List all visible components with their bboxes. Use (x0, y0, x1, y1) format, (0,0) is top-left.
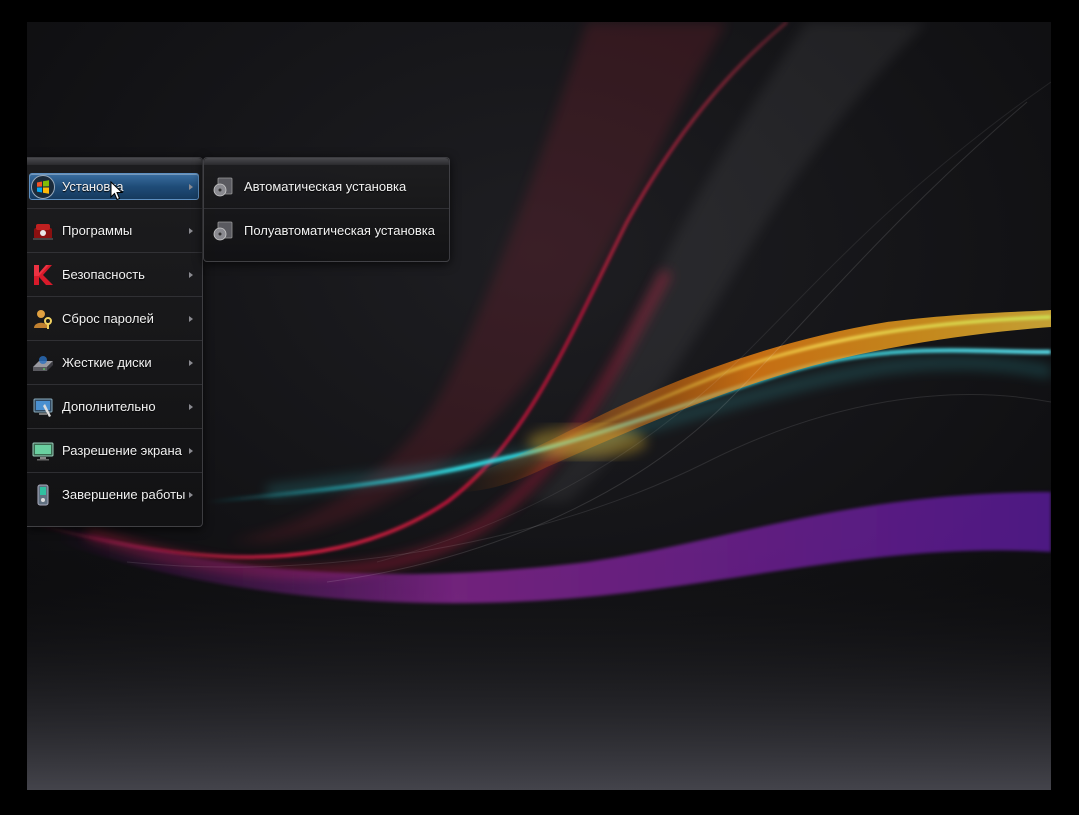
menu-item-label: Программы (62, 223, 133, 238)
chevron-right-icon (189, 447, 193, 454)
chevron-right-icon (189, 183, 193, 190)
chevron-right-icon (189, 491, 193, 498)
chevron-right-icon (189, 315, 193, 322)
chevron-right-icon (189, 403, 193, 410)
menu-item-label: Установка (62, 179, 124, 194)
main-menu: Установка Программы Безопасность Сброс п… (27, 157, 203, 527)
install-submenu: Автоматическая установка Полуавтоматичес… (203, 157, 450, 262)
menu-item-label: Сброс паролей (62, 311, 154, 326)
submenu-top-bar (204, 158, 449, 165)
kaspersky-icon (34, 264, 53, 285)
tools-icon (33, 398, 53, 417)
menu-item-label: Жесткие диски (62, 355, 152, 370)
hard-drive-icon (33, 355, 53, 371)
menu-item-programs[interactable]: Программы (27, 209, 202, 253)
windows-logo-icon (31, 174, 55, 199)
submenu-item-automatic-install[interactable]: Автоматическая установка (204, 165, 449, 209)
menu-item-label: Безопасность (62, 267, 145, 282)
menu-item-screen-resolution[interactable]: Разрешение экрана (27, 429, 202, 473)
menu-top-bar (27, 158, 202, 165)
submenu-item-label: Полуавтоматическая установка (244, 223, 435, 238)
chevron-right-icon (189, 271, 193, 278)
chevron-right-icon (189, 227, 193, 234)
menu-item-additional[interactable]: Дополнительно (27, 385, 202, 429)
menu-item-hard-drives[interactable]: Жесткие диски (27, 341, 202, 385)
submenu-item-semi-automatic-install[interactable]: Полуавтоматическая установка (204, 209, 449, 252)
menu-item-label: Дополнительно (62, 399, 156, 414)
monitor-icon (32, 442, 54, 460)
disc-install-icon (213, 221, 233, 240)
submenu-item-label: Автоматическая установка (244, 179, 407, 194)
screen-frame: Установка Программы Безопасность Сброс п… (0, 0, 1079, 815)
chevron-right-icon (189, 359, 193, 366)
menu-item-password-reset[interactable]: Сброс паролей (27, 297, 202, 341)
desktop: Установка Программы Безопасность Сброс п… (27, 22, 1051, 790)
shutdown-icon (37, 484, 49, 505)
user-key-icon (34, 309, 52, 329)
programs-icon (33, 223, 53, 240)
menu-item-security[interactable]: Безопасность (27, 253, 202, 297)
disc-install-icon (213, 177, 233, 196)
menu-item-shutdown[interactable]: Завершение работы (27, 473, 202, 516)
menu-item-label: Завершение работы (62, 487, 186, 502)
mouse-cursor-icon (110, 181, 124, 201)
menu-item-label: Разрешение экрана (62, 443, 182, 458)
